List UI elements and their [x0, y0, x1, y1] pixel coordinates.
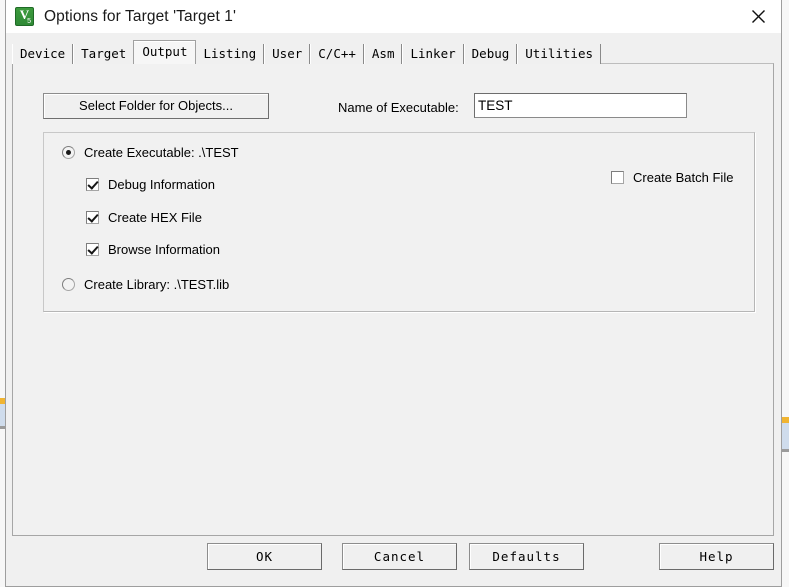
tab-utilities[interactable]: Utilities: [517, 44, 602, 64]
create-executable-radio[interactable]: Create Executable: .\TEST: [62, 145, 239, 160]
tab-linker[interactable]: Linker: [402, 44, 464, 64]
help-button[interactable]: Help: [659, 543, 774, 570]
checkbox-indicator-debug-information: [86, 178, 99, 191]
keil-uvision-icon: V 5: [15, 7, 34, 26]
tab-listing[interactable]: Listing: [195, 44, 265, 64]
title-bar: V 5 Options for Target 'Target 1': [6, 0, 781, 33]
browse-information-checkbox[interactable]: Browse Information: [86, 242, 220, 257]
browse-information-label: Browse Information: [108, 242, 220, 257]
checkbox-indicator-create-batch-file: [611, 171, 624, 184]
output-options-group: Create Executable: .\TEST Debug Informat…: [43, 132, 755, 312]
output-tab-panel: Select Folder for Objects... Name of Exe…: [12, 63, 774, 536]
create-batch-file-checkbox[interactable]: Create Batch File: [611, 170, 733, 185]
select-folder-for-objects-button[interactable]: Select Folder for Objects...: [43, 93, 269, 119]
radio-indicator-create-library: [62, 278, 75, 291]
debug-information-checkbox[interactable]: Debug Information: [86, 177, 215, 192]
debug-information-label: Debug Information: [108, 177, 215, 192]
create-library-label: Create Library: .\TEST.lib: [84, 277, 230, 292]
checkbox-indicator-create-hex-file: [86, 211, 99, 224]
tab-strip: Device Target Output Listing User C/C++ …: [12, 40, 602, 64]
create-hex-file-label: Create HEX File: [108, 210, 202, 225]
ok-button[interactable]: OK: [207, 543, 322, 570]
radio-indicator-create-executable: [62, 146, 75, 159]
cancel-button[interactable]: Cancel: [342, 543, 457, 570]
tab-user[interactable]: User: [264, 44, 311, 64]
icon-version-glyph: 5: [27, 18, 31, 25]
tab-target[interactable]: Target: [73, 44, 135, 64]
tab-debug[interactable]: Debug: [463, 44, 518, 64]
tab-output[interactable]: Output: [133, 40, 197, 64]
checkbox-indicator-browse-information: [86, 243, 99, 256]
options-dialog: V 5 Options for Target 'Target 1' Device…: [5, 0, 782, 587]
tab-device[interactable]: Device: [12, 44, 74, 64]
tab-c-cpp[interactable]: C/C++: [310, 44, 364, 64]
name-of-executable-input[interactable]: [474, 93, 687, 118]
create-batch-file-label: Create Batch File: [633, 170, 734, 185]
defaults-button[interactable]: Defaults: [469, 543, 584, 570]
create-hex-file-checkbox[interactable]: Create HEX File: [86, 210, 202, 225]
name-of-executable-label: Name of Executable:: [338, 100, 459, 115]
tab-asm[interactable]: Asm: [363, 44, 403, 64]
create-executable-label: Create Executable: .\TEST: [84, 145, 239, 160]
page-title: Options for Target 'Target 1': [44, 7, 237, 25]
close-icon[interactable]: [735, 0, 781, 33]
create-library-radio[interactable]: Create Library: .\TEST.lib: [62, 277, 229, 292]
dialog-button-bar: OK Cancel Defaults Help: [6, 537, 781, 587]
